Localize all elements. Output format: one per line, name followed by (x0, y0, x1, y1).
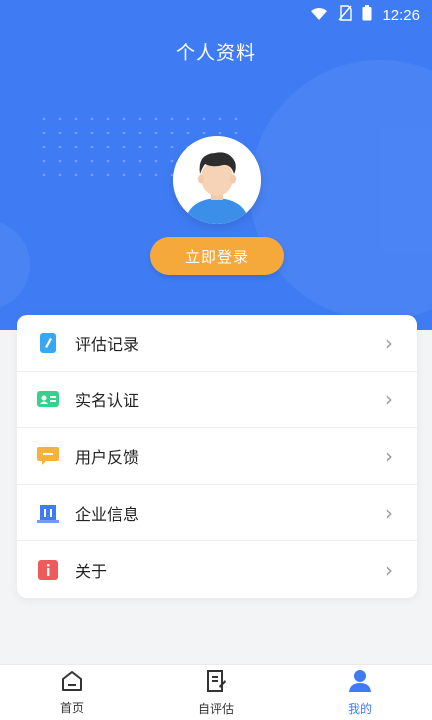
menu-card: 评估记录 › 实名认证 › 用户反馈 › 企业信息 › 关于 › (17, 315, 417, 598)
menu-item-evaluation-records[interactable]: 评估记录 › (17, 315, 417, 372)
login-button[interactable]: 立即登录 (150, 237, 284, 275)
tab-home[interactable]: 首页 (0, 665, 144, 720)
menu-item-real-name-auth[interactable]: 实名认证 › (17, 372, 417, 429)
tab-label: 我的 (347, 701, 372, 716)
header-decor-circle-small (0, 220, 30, 310)
menu-item-label: 企业信息 (75, 504, 140, 524)
building-icon (37, 502, 59, 524)
menu-item-about[interactable]: 关于 › (17, 541, 417, 598)
chevron-right-icon: › (385, 330, 393, 355)
feedback-icon (37, 445, 59, 467)
user-icon (348, 669, 372, 697)
bottom-tab-bar: 首页 自评估 我的 (0, 664, 432, 720)
chevron-right-icon: › (385, 500, 393, 525)
chevron-right-icon: › (385, 443, 393, 468)
id-card-icon (37, 388, 59, 410)
tab-mine[interactable]: 我的 (288, 665, 432, 720)
menu-item-label: 关于 (75, 561, 108, 581)
page-title: 个人资料 (175, 42, 256, 64)
home-icon (60, 670, 84, 696)
battery-icon (362, 5, 372, 25)
chevron-right-icon: › (385, 557, 393, 582)
status-time: 12:26 (382, 6, 420, 24)
info-icon (37, 559, 59, 581)
chevron-right-icon: › (385, 387, 393, 412)
menu-item-label: 用户反馈 (75, 447, 140, 467)
status-bar: 12:26 (0, 0, 432, 28)
menu-item-label: 评估记录 (75, 334, 140, 354)
tab-self-assessment[interactable]: 自评估 (144, 665, 288, 720)
wifi-icon (310, 6, 328, 25)
menu-item-user-feedback[interactable]: 用户反馈 › (17, 428, 417, 485)
record-icon (37, 332, 59, 354)
no-signal-icon (338, 5, 353, 25)
avatar-icon[interactable] (173, 136, 261, 224)
profile-header: 12:26 个人资料 立即登录 (0, 0, 432, 330)
document-icon (205, 669, 227, 697)
menu-item-label: 实名认证 (75, 391, 140, 411)
menu-item-company-info[interactable]: 企业信息 › (17, 485, 417, 542)
header-decor-circle (250, 60, 432, 320)
tab-label: 自评估 (197, 701, 234, 716)
tab-label: 首页 (59, 700, 84, 715)
